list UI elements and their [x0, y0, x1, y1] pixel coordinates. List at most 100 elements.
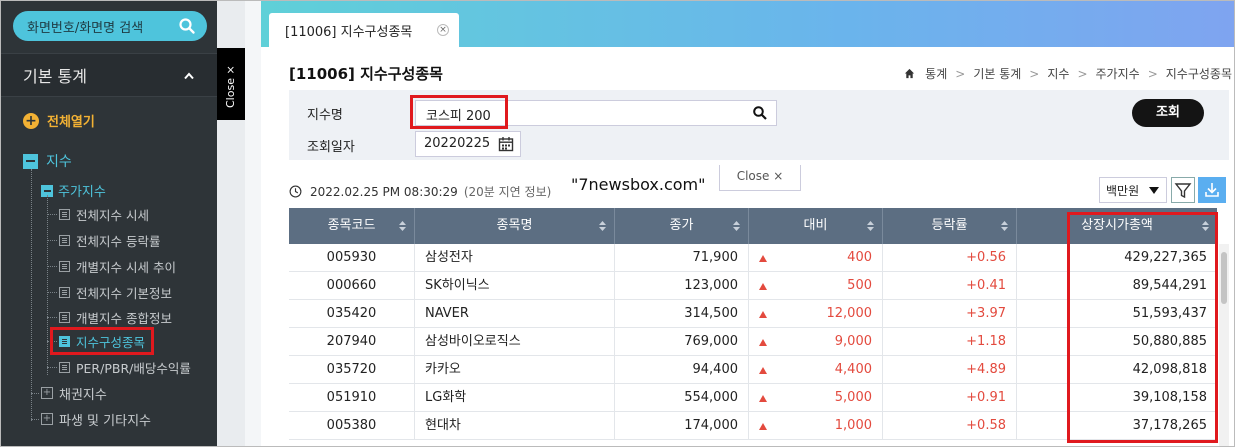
query-button[interactable]: 조회 [1132, 99, 1204, 127]
tree-node-stock-index[interactable]: 주가지수 [41, 181, 106, 200]
sort-icon[interactable] [399, 221, 406, 231]
cell-code-value: 207940 [326, 334, 377, 349]
sidebar-item-derivative-index[interactable]: + 파생 및 기타지수 [31, 409, 151, 429]
cell-change-value: 400 [847, 250, 872, 265]
breadcrumb-item[interactable]: 지수 [1047, 65, 1069, 82]
menu-search-input[interactable]: 화면번호/화면명 검색 [13, 11, 207, 41]
tree-node-label: 지수 [46, 154, 72, 170]
column-header-label: 대비 [803, 218, 828, 233]
cell-change: 9,000 [749, 328, 883, 356]
table-scrollbar[interactable] [1219, 244, 1229, 446]
sidebar-close-button[interactable]: Close × [217, 48, 245, 120]
sort-icon[interactable] [599, 221, 606, 231]
main-panel: [11006] 지수구성종목 통계 > 기본 통계 > 지수 > 주가지수 > … [261, 47, 1234, 446]
sidebar: 화면번호/화면명 검색 기본 통계 + 전체열기 지수 주가지수 전체지수 시세… [1, 1, 217, 446]
cell-code-value: 005380 [326, 418, 377, 433]
cell-change-rate: +3.97 [883, 300, 1017, 328]
sidebar-item-index-trend[interactable]: 개별지수 시세 추이 [47, 256, 176, 276]
document-icon [59, 234, 70, 246]
panel-close-button[interactable]: Close × [719, 165, 801, 191]
filter-button[interactable] [1171, 177, 1195, 203]
document-icon [59, 208, 70, 220]
cell-change-rate: +1.18 [883, 328, 1017, 356]
column-header-label: 종목코드 [327, 218, 376, 233]
cell-change-rate-value: +4.89 [966, 362, 1006, 377]
cell-name: 삼성전자 [415, 244, 615, 272]
sidebar-item-index-summary[interactable]: 개별지수 종합정보 [47, 307, 172, 327]
document-icon [59, 260, 70, 272]
sidebar-section-header[interactable]: 기본 통계 [1, 53, 217, 97]
query-date-input[interactable]: 20220225 [415, 131, 521, 157]
cell-name: NAVER [415, 300, 615, 328]
sort-icon[interactable] [1001, 221, 1008, 231]
tree-node-index[interactable]: 지수 [23, 151, 72, 171]
column-header-close[interactable]: 종가 [615, 208, 749, 244]
column-header-name[interactable]: 종목명 [415, 208, 615, 244]
scrollbar-thumb[interactable] [1221, 252, 1227, 304]
cell-change-rate: +0.41 [883, 272, 1017, 300]
cell-change-rate-value: +0.41 [966, 278, 1006, 293]
cell-name: SK하이닉스 [415, 272, 615, 300]
cell-close-value: 123,000 [684, 278, 738, 293]
plus-circle-icon: + [23, 112, 39, 129]
unit-select[interactable]: 백만원 [1099, 177, 1167, 203]
clock-icon [289, 185, 302, 198]
sidebar-item-all-index-change[interactable]: 전체지수 등락률 [47, 230, 160, 250]
calendar-icon[interactable] [498, 136, 514, 152]
annotation-highlight-menu [50, 327, 154, 355]
breadcrumb-item[interactable]: 기본 통계 [973, 65, 1021, 82]
tab-index-constituents[interactable]: [11006] 지수구성종목 × [269, 13, 459, 47]
document-icon [59, 286, 70, 298]
cell-close-value: 769,000 [684, 334, 738, 349]
data-timestamp: 2022.02.25 PM 08:30:29 (20분 지연 정보) [289, 183, 551, 200]
cell-close-value: 174,000 [684, 418, 738, 433]
close-icon[interactable]: × [437, 24, 449, 36]
breadcrumb-item[interactable]: 지수구성종목 [1166, 65, 1232, 82]
download-button[interactable] [1198, 177, 1226, 203]
sort-icon[interactable] [867, 221, 874, 231]
sidebar-item-index-basic-info[interactable]: 전체지수 기본정보 [47, 282, 172, 302]
search-filter-panel: 지수명 코스피 200 조회일자 20220225 조회 [289, 90, 1229, 160]
cell-change: 500 [749, 272, 883, 300]
column-header-code[interactable]: 종목코드 [289, 208, 415, 244]
cell-name-value: 현대차 [425, 418, 461, 433]
breadcrumb-item[interactable]: 주가지수 [1096, 65, 1140, 82]
cell-change: 4,400 [749, 356, 883, 384]
sidebar-item-bond-index[interactable]: + 채권지수 [31, 383, 107, 403]
cell-change-rate-value: +1.18 [966, 334, 1006, 349]
cell-code: 005380 [289, 412, 415, 440]
column-header-change[interactable]: 대비 [749, 208, 883, 244]
cell-change-rate-value: +0.91 [966, 390, 1006, 405]
cell-close: 123,000 [615, 272, 749, 300]
cell-close: 554,000 [615, 384, 749, 412]
cell-code-value: 035420 [326, 306, 377, 321]
annotation-highlight-market-cap [1067, 212, 1218, 443]
breadcrumb-item[interactable]: 통계 [925, 65, 947, 82]
up-arrow-icon [759, 283, 767, 290]
expand-all-button[interactable]: + 전체열기 [23, 111, 95, 130]
tree-node-label: 주가지수 [58, 185, 106, 200]
cell-name-value: 카카오 [425, 362, 461, 377]
column-header-change-rate[interactable]: 등락률 [883, 208, 1017, 244]
search-icon[interactable] [177, 16, 197, 36]
sidebar-item-per-pbr[interactable]: PER/PBR/배당수익률 [47, 357, 191, 377]
sidebar-section-title: 기본 통계 [23, 67, 87, 86]
sidebar-item-label: 전체지수 시세 [76, 207, 149, 223]
cell-code: 005930 [289, 244, 415, 272]
search-icon[interactable] [752, 105, 768, 121]
sidebar-item-all-index-quote[interactable]: 전체지수 시세 [47, 204, 149, 224]
sort-icon[interactable] [733, 221, 740, 231]
timestamp-value: 2022.02.25 PM 08:30:29 [310, 184, 458, 199]
cell-name: 카카오 [415, 356, 615, 384]
expand-icon: + [41, 387, 53, 399]
menu-search-placeholder: 화면번호/화면명 검색 [27, 20, 144, 36]
column-header-label: 종목명 [496, 218, 533, 233]
cell-name-value: SK하이닉스 [425, 278, 490, 293]
sidebar-item-label: 전체지수 기본정보 [76, 285, 172, 301]
sidebar-item-label: 개별지수 시세 추이 [76, 259, 176, 275]
home-icon[interactable] [904, 68, 915, 79]
cell-name: LG화학 [415, 384, 615, 412]
chevron-up-icon[interactable] [183, 70, 195, 82]
cell-close: 71,900 [615, 244, 749, 272]
cell-close-value: 94,400 [692, 362, 739, 377]
